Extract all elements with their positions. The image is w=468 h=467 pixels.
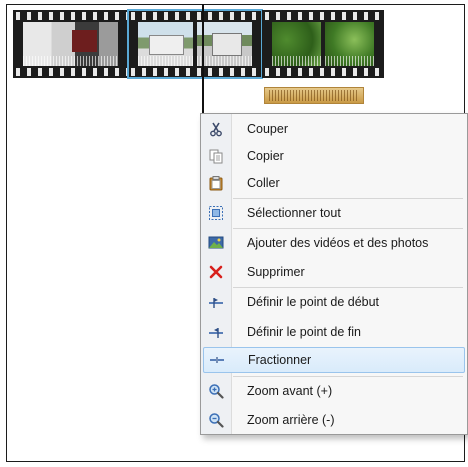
film-perforation (13, 68, 128, 76)
select-all-icon (203, 200, 229, 226)
zoom-in-icon (203, 378, 229, 404)
film-perforation (262, 12, 384, 20)
clip-thumbnail (138, 22, 193, 66)
menu-separator (233, 287, 463, 288)
paste-icon (203, 170, 229, 196)
zoom-out-icon (203, 407, 229, 433)
menu-item-select-all[interactable]: Sélectionner tout (203, 200, 465, 226)
film-perforation (128, 68, 262, 76)
split-icon (204, 347, 230, 373)
video-clip-1[interactable] (13, 10, 128, 78)
copy-icon (203, 143, 229, 169)
menu-item-zoom-in[interactable]: Zoom avant (+) (203, 378, 465, 404)
audio-waveform (23, 56, 118, 66)
menu-item-label: Coller (247, 176, 280, 190)
audio-waveform (197, 56, 252, 66)
set-start-point-icon (203, 289, 229, 315)
video-clip-3[interactable] (262, 10, 384, 78)
menu-item-label: Zoom avant (+) (247, 384, 333, 398)
menu-item-zoom-out[interactable]: Zoom arrière (-) (203, 407, 465, 433)
music-track-clip[interactable] (264, 87, 364, 104)
menu-item-label: Zoom arrière (-) (247, 413, 335, 427)
audio-waveform (272, 56, 321, 66)
menu-item-cut[interactable]: Couper (203, 116, 465, 142)
menu-item-set-start-point[interactable]: Définir le point de début (203, 289, 465, 315)
playhead-indicator[interactable] (202, 4, 204, 116)
menu-item-add-videos-photos[interactable]: Ajouter des vidéos et des photos (203, 230, 465, 256)
menu-separator (233, 228, 463, 229)
menu-item-delete[interactable]: Supprimer (203, 259, 465, 285)
menu-item-label: Définir le point de fin (247, 325, 361, 339)
thumbnail-building (212, 32, 242, 56)
context-menu: Couper Copier Coller Sélectionner tout A… (200, 113, 468, 435)
thumbnail-building (149, 35, 184, 55)
menu-separator (233, 198, 463, 199)
menu-item-label: Définir le point de début (247, 295, 380, 309)
menu-item-set-end-point[interactable]: Définir le point de fin (203, 319, 465, 345)
menu-item-label: Copier (247, 149, 284, 163)
music-waveform (269, 90, 359, 101)
film-perforation (128, 12, 262, 20)
menu-separator (233, 376, 463, 377)
delete-icon (203, 259, 229, 285)
scissors-icon (203, 116, 229, 142)
menu-item-label: Ajouter des vidéos et des photos (247, 236, 429, 250)
set-end-point-icon (203, 319, 229, 345)
clip-thumbnail (23, 22, 118, 66)
menu-item-label: Fractionner (248, 353, 312, 367)
menu-item-label: Supprimer (247, 265, 305, 279)
menu-item-copy[interactable]: Copier (203, 143, 465, 169)
add-media-icon (203, 230, 229, 256)
film-perforation (13, 12, 128, 20)
menu-item-split[interactable]: Fractionner (203, 347, 465, 373)
audio-waveform (325, 56, 374, 66)
audio-waveform (138, 56, 193, 66)
clip-thumbnail (325, 22, 374, 66)
thumbnail-object (72, 29, 98, 52)
menu-item-paste[interactable]: Coller (203, 170, 465, 196)
clip-thumbnail (197, 22, 252, 66)
film-perforation (262, 68, 384, 76)
menu-item-label: Sélectionner tout (247, 206, 341, 220)
menu-item-label: Couper (247, 122, 288, 136)
video-clip-2-selected[interactable] (127, 9, 263, 79)
clip-thumbnail (272, 22, 321, 66)
